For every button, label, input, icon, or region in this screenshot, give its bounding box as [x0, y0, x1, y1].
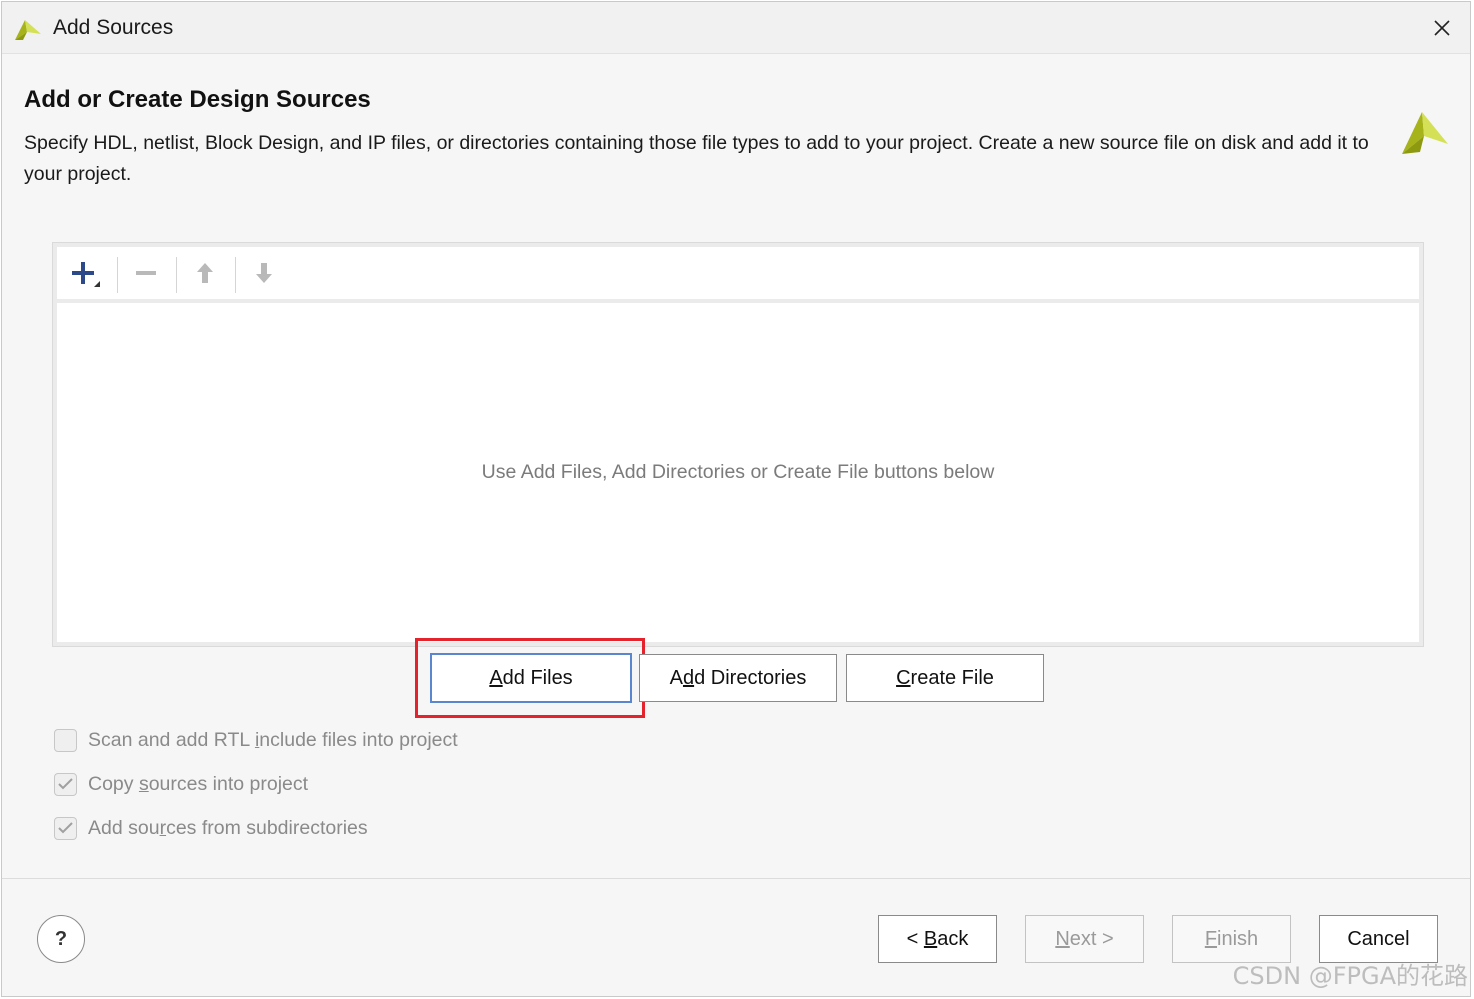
scan-rtl-include-checkbox[interactable]: Scan and add RTL include files into proj…: [54, 727, 458, 753]
sources-panel: Use Add Files, Add Directories or Create…: [52, 242, 1424, 647]
label-part: nclude files into project: [259, 728, 458, 751]
button-label: Cancel: [1347, 927, 1410, 950]
copy-sources-checkbox[interactable]: Copy sources into project: [54, 771, 308, 797]
add-source-button[interactable]: [65, 253, 109, 293]
label-part: ces from subdirectories: [166, 816, 368, 839]
checkbox-box[interactable]: [54, 772, 77, 796]
mnemonic: N: [1055, 927, 1070, 950]
close-icon: [1434, 20, 1450, 36]
vivado-app-icon: [15, 20, 41, 40]
remove-source-button[interactable]: [124, 253, 168, 293]
button-label-prefix: A: [669, 666, 683, 689]
mnemonic: A: [489, 666, 503, 689]
add-files-button[interactable]: Add Files: [430, 653, 632, 703]
watermark-text: CSDN @FPGA的花路: [1232, 962, 1468, 990]
mnemonic: s: [138, 772, 149, 795]
toolbar-separator: [235, 257, 236, 293]
mnemonic: C: [896, 666, 911, 689]
vivado-logo-icon: [1402, 112, 1448, 154]
label-part: Add sou: [88, 816, 160, 839]
label-part: Scan and add RTL: [88, 728, 255, 751]
label-part: Copy: [88, 772, 139, 795]
button-label-prefix: <: [906, 927, 924, 950]
toolbar-separator: [176, 257, 177, 293]
window-title: Add Sources: [53, 16, 174, 39]
move-down-icon: [256, 263, 272, 283]
option-label: Copy sources into project: [88, 773, 308, 796]
close-button[interactable]: [1424, 10, 1460, 46]
move-up-icon: [197, 263, 213, 283]
help-button[interactable]: ?: [37, 915, 85, 963]
checkmark-icon: [58, 822, 73, 834]
mnemonic: B: [923, 927, 938, 950]
next-button[interactable]: Next >: [1025, 915, 1144, 963]
checkbox-box[interactable]: [54, 728, 77, 752]
sources-toolbar: [57, 247, 1419, 299]
move-down-button[interactable]: [242, 253, 286, 293]
button-label: dd Files: [502, 666, 573, 689]
remove-icon: [136, 271, 156, 275]
label-part: ources into project: [148, 772, 309, 795]
button-label: inish: [1217, 927, 1259, 950]
button-label: reate File: [910, 666, 994, 689]
move-up-button[interactable]: [183, 253, 227, 293]
page-description: Specify HDL, netlist, Block Design, and …: [24, 132, 1369, 185]
back-button[interactable]: < Back: [878, 915, 997, 963]
mnemonic: d: [682, 666, 695, 689]
sources-file-list[interactable]: Use Add Files, Add Directories or Create…: [57, 303, 1419, 642]
create-file-button[interactable]: Create File: [846, 654, 1044, 702]
option-label: Scan and add RTL include files into proj…: [88, 729, 458, 752]
checkbox-box[interactable]: [54, 816, 77, 840]
button-label: d Directories: [694, 666, 807, 689]
add-icon: [72, 262, 100, 287]
add-subdirectories-checkbox[interactable]: Add sources from subdirectories: [54, 815, 368, 841]
button-label: ext >: [1069, 927, 1114, 950]
add-directories-button[interactable]: Add Directories: [639, 654, 837, 702]
title-bar: Add Sources: [2, 2, 1470, 54]
footer-divider: [2, 878, 1470, 879]
button-label: ack: [937, 927, 969, 950]
add-sources-dialog: Add Sources Add or Create Design Sources…: [1, 1, 1471, 997]
page-title: Add or Create Design Sources: [24, 86, 371, 113]
mnemonic: F: [1204, 927, 1218, 950]
empty-list-hint: Use Add Files, Add Directories or Create…: [481, 461, 995, 483]
toolbar-separator: [117, 257, 118, 293]
checkmark-icon: [58, 778, 73, 790]
option-label: Add sources from subdirectories: [88, 817, 368, 840]
